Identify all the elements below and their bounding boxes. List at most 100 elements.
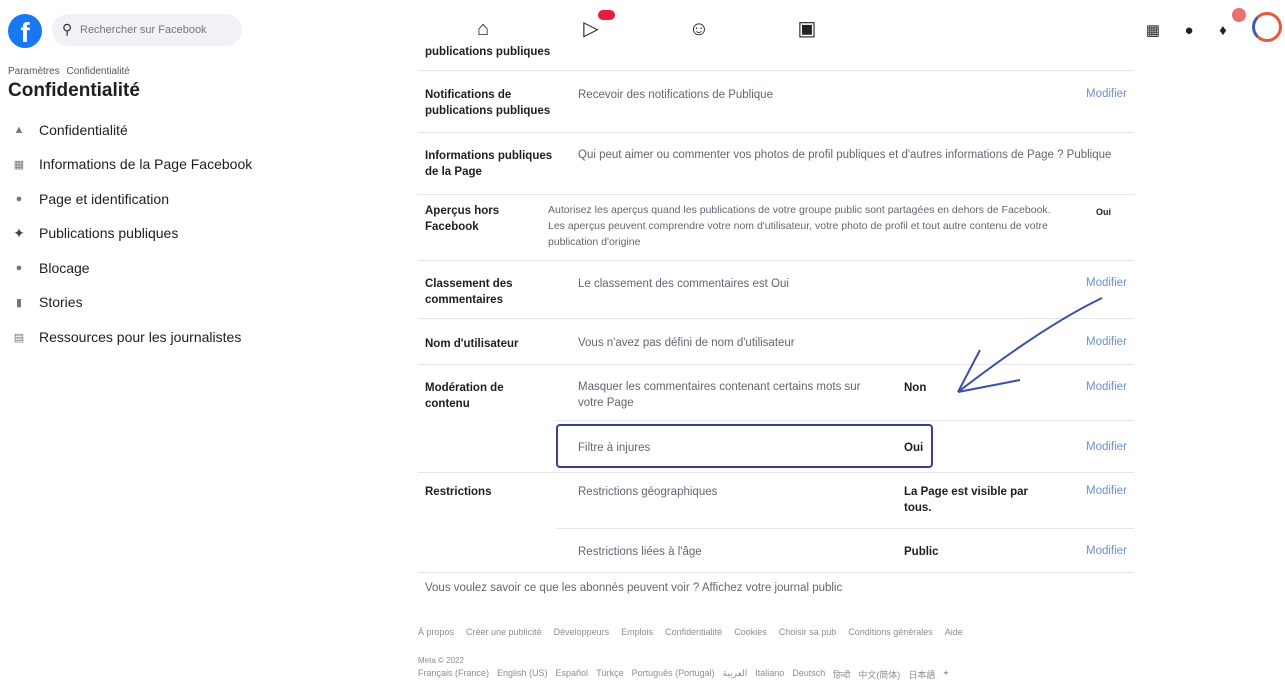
sidebar-item-label: Ressources pour les journalistes bbox=[39, 329, 242, 345]
gaming-icon[interactable]: ▣ bbox=[794, 16, 820, 42]
language-link[interactable]: Italiano bbox=[755, 668, 784, 681]
sidebar-item-label: Confidentialité bbox=[39, 122, 128, 138]
sidebar-item-privacy[interactable]: ▲ Confidentialité bbox=[10, 118, 260, 142]
language-link[interactable]: Français (France) bbox=[418, 668, 489, 681]
sidebar-item-label: Page et identification bbox=[39, 191, 169, 207]
footer-link[interactable]: Créer une publicité bbox=[466, 627, 542, 637]
facebook-logo[interactable]: f bbox=[8, 14, 42, 48]
divider bbox=[418, 132, 1134, 133]
language-link[interactable]: हिन्दी bbox=[833, 668, 850, 681]
row-desc-age-restrictions: Restrictions liées à l'âge bbox=[578, 546, 702, 558]
divider bbox=[556, 420, 1134, 421]
notifications-icon[interactable]: ♦ bbox=[1212, 20, 1234, 42]
divider bbox=[418, 572, 1134, 573]
sidebar-item-journalists[interactable]: ▤ Ressources pour les journalistes bbox=[10, 325, 260, 349]
footer-link[interactable]: Aide bbox=[945, 627, 963, 637]
footer-link[interactable]: Développeurs bbox=[554, 627, 610, 637]
menu-grid-icon[interactable]: ▦ bbox=[1142, 20, 1164, 42]
footer-link[interactable]: Cookies bbox=[734, 627, 767, 637]
lock-icon: ▲ bbox=[13, 124, 25, 136]
divider bbox=[556, 528, 1134, 529]
row-label-notifications: Notifications de publications publiques bbox=[425, 89, 551, 117]
search-icon: ⚲ bbox=[62, 21, 73, 37]
info-icon: ▦ bbox=[13, 158, 25, 171]
edit-notifications-button[interactable]: Modifier bbox=[1086, 88, 1127, 100]
search-box[interactable]: ⚲ bbox=[52, 14, 242, 46]
row-desc-geo-restrictions: Restrictions géographiques bbox=[578, 486, 718, 498]
row-label-public-info: Informations publiques de la Page bbox=[425, 150, 553, 178]
row-label-moderation: Modération de contenu bbox=[425, 382, 504, 410]
divider bbox=[418, 70, 1134, 71]
watch-icon[interactable]: ▷ bbox=[578, 16, 604, 42]
sidebar-item-tagging[interactable]: ● Page et identification bbox=[10, 187, 260, 211]
language-link[interactable]: 中文(简体) bbox=[858, 668, 900, 681]
language-link[interactable]: العربية bbox=[723, 668, 748, 681]
copyright: Meta © 2022 bbox=[418, 656, 464, 665]
annotation-arrow-icon bbox=[957, 297, 1103, 393]
stories-icon: ▮ bbox=[15, 296, 23, 309]
language-link[interactable]: Türkçe bbox=[596, 668, 624, 681]
avatar[interactable] bbox=[1252, 12, 1282, 42]
messenger-icon[interactable]: ● bbox=[1178, 20, 1200, 42]
age-restrictions-value: Public bbox=[904, 546, 939, 558]
sidebar-item-label: Informations de la Page Facebook bbox=[39, 156, 253, 172]
footer-link[interactable]: Confidentialité bbox=[665, 627, 722, 637]
row-desc-public-info: Qui peut aimer ou commenter vos photos d… bbox=[578, 149, 1112, 161]
row-label-restrictions: Restrictions bbox=[425, 486, 492, 498]
settings-sidebar: Paramètres Confidentialité Confidentiali… bbox=[0, 60, 260, 682]
search-input[interactable] bbox=[80, 20, 230, 40]
edit-comment-ranking-button[interactable]: Modifier bbox=[1086, 277, 1127, 289]
more-languages-button[interactable]: + bbox=[943, 668, 948, 681]
language-list: Français (France) English (US) Español T… bbox=[418, 668, 949, 681]
sidebar-item-blocking[interactable]: ● Blocage bbox=[10, 256, 260, 280]
groups-icon[interactable]: ☺ bbox=[686, 16, 712, 42]
footer-link[interactable]: Emplois bbox=[621, 627, 653, 637]
moderation-value: Non bbox=[904, 382, 927, 394]
row-label-previews: Aperçus hors Facebook bbox=[425, 205, 500, 233]
home-icon[interactable]: ⌂ bbox=[470, 16, 496, 42]
notification-badge bbox=[598, 10, 615, 20]
sidebar-item-public-posts[interactable]: ✦ Publications publiques bbox=[10, 221, 260, 245]
edit-geo-restrictions-button[interactable]: Modifier bbox=[1086, 485, 1127, 497]
row-label-comment-ranking: Classement des commentaires bbox=[425, 278, 513, 306]
breadcrumb-settings[interactable]: Paramètres bbox=[8, 66, 60, 77]
news-icon: ▤ bbox=[13, 331, 25, 344]
sidebar-item-page-info[interactable]: ▦ Informations de la Page Facebook bbox=[10, 152, 260, 176]
language-link[interactable]: Español bbox=[556, 668, 589, 681]
sidebar-item-stories[interactable]: ▮ Stories bbox=[10, 290, 260, 314]
footer-link[interactable]: Choisir sa pub bbox=[779, 627, 837, 637]
tag-icon: ● bbox=[15, 193, 23, 205]
footer-link[interactable]: Conditions générales bbox=[848, 627, 933, 637]
previews-toggle[interactable]: Oui bbox=[1096, 204, 1111, 220]
row-label-cutoff: publications publiques bbox=[425, 46, 551, 58]
footer-links: À propos Créer une publicité Développeur… bbox=[418, 627, 963, 637]
top-bar: f ⚲ ⌂ ▷ ☺ ▣ ▦ ● ♦ bbox=[0, 0, 1285, 60]
sidebar-item-label: Blocage bbox=[39, 260, 90, 276]
page-title: Confidentialité bbox=[8, 80, 140, 101]
globe-icon: ✦ bbox=[13, 224, 25, 241]
language-link[interactable]: 日本語 bbox=[908, 668, 935, 681]
edit-age-restrictions-button[interactable]: Modifier bbox=[1086, 545, 1127, 557]
divider bbox=[418, 260, 1134, 261]
highlight-box bbox=[556, 424, 933, 468]
footer-link[interactable]: À propos bbox=[418, 627, 454, 637]
row-desc-previews: Autorisez les aperçus quand les publicat… bbox=[548, 204, 1051, 248]
row-desc-moderation: Masquer les commentaires contenant certa… bbox=[578, 381, 861, 409]
language-link[interactable]: Português (Portugal) bbox=[632, 668, 715, 681]
geo-restrictions-value: La Page est visible par tous. bbox=[904, 486, 1029, 514]
language-link[interactable]: English (US) bbox=[497, 668, 548, 681]
notification-dot bbox=[1232, 8, 1246, 22]
breadcrumb-privacy[interactable]: Confidentialité bbox=[66, 66, 129, 77]
row-label-username: Nom d'utilisateur bbox=[425, 338, 519, 350]
row-desc-notifications: Recevoir des notifications de Publique bbox=[578, 89, 773, 101]
divider bbox=[418, 472, 1134, 473]
sidebar-item-label: Publications publiques bbox=[39, 225, 179, 241]
language-link[interactable]: Deutsch bbox=[792, 668, 825, 681]
view-public-timeline-link[interactable]: Vous voulez savoir ce que les abonnés pe… bbox=[425, 582, 842, 594]
block-icon: ● bbox=[15, 262, 23, 274]
divider bbox=[418, 194, 1134, 195]
sidebar-item-label: Stories bbox=[39, 294, 83, 310]
row-desc-comment-ranking: Le classement des commentaires est Oui bbox=[578, 278, 789, 290]
edit-profanity-filter-button[interactable]: Modifier bbox=[1086, 441, 1127, 453]
breadcrumb: Paramètres Confidentialité bbox=[8, 66, 134, 77]
